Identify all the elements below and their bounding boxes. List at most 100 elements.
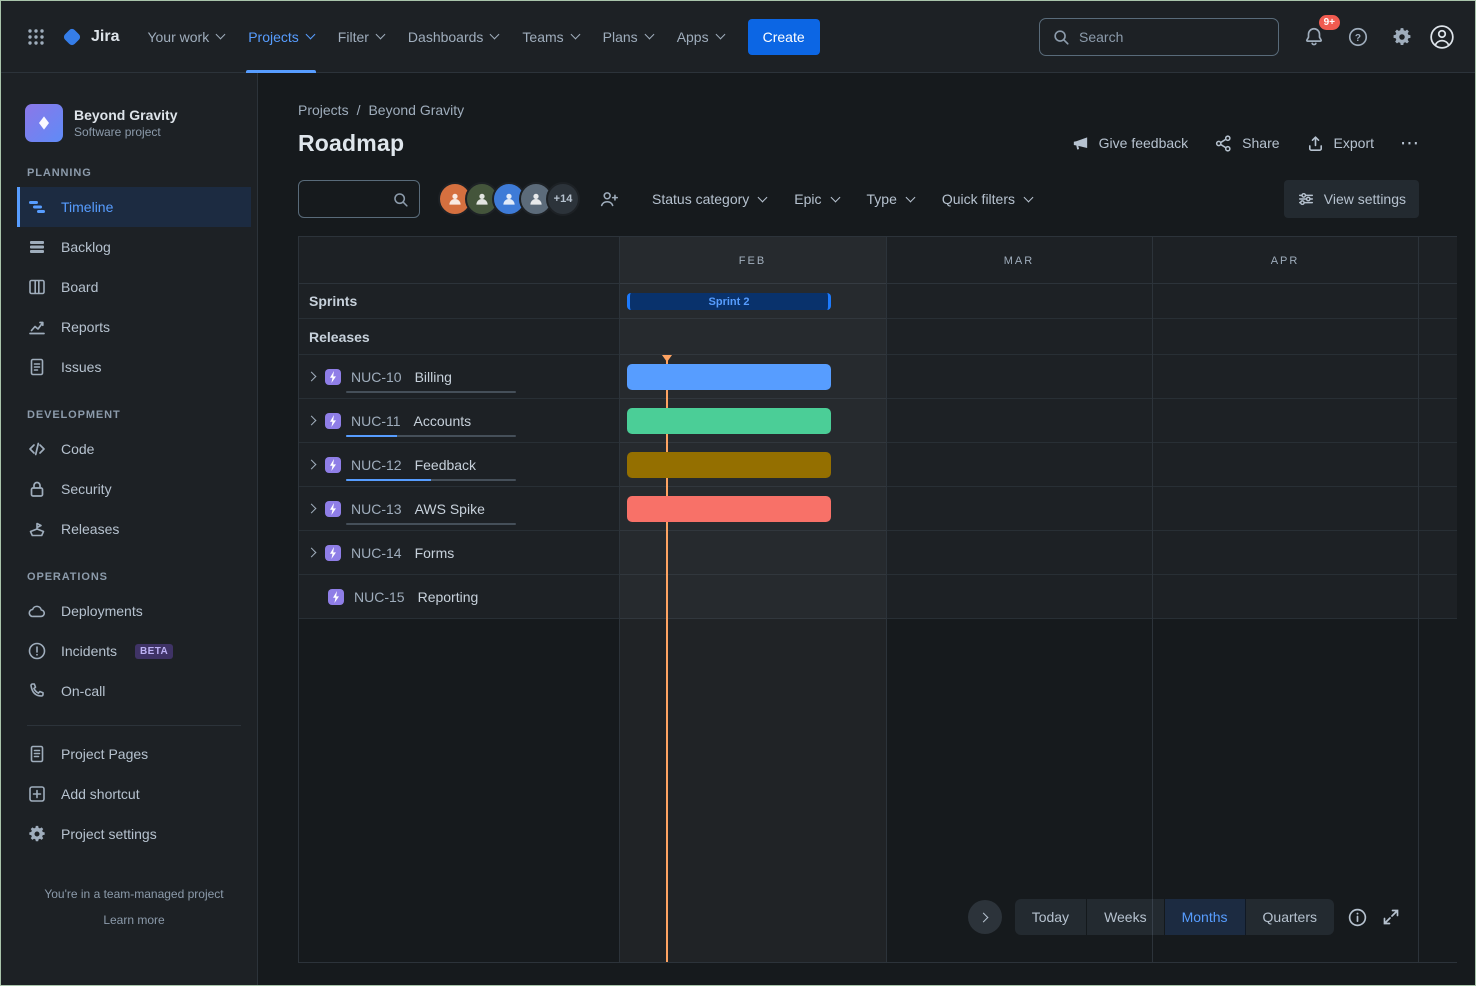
help-button[interactable]: ? [1341, 20, 1375, 54]
nav-apps[interactable]: Apps [665, 1, 736, 73]
fullscreen-button[interactable] [1381, 907, 1401, 927]
sidebar-item-deployments[interactable]: Deployments [17, 591, 251, 631]
sidebar-item-reports[interactable]: Reports [17, 307, 251, 347]
sprint-bar[interactable]: Sprint 2 [627, 293, 831, 310]
column-divider [1418, 237, 1419, 962]
cloud-icon [27, 601, 47, 621]
epic-cell: NUC-13 AWS Spike [299, 487, 619, 530]
sidebar-item-security[interactable]: Security [17, 469, 251, 509]
timeline-gantt: FEB MAR APR Sprints Sprint 2 Releases [298, 236, 1457, 963]
settings-button[interactable] [1385, 20, 1419, 54]
sidebar-item-backlog[interactable]: Backlog [17, 227, 251, 267]
epic-row-nuc-14[interactable]: NUC-14 Forms [299, 531, 1457, 575]
zoom-months-button[interactable]: Months [1165, 899, 1246, 935]
epic-filter[interactable]: Epic [794, 191, 838, 207]
profile-avatar[interactable] [1429, 24, 1455, 50]
epic-icon [325, 501, 341, 517]
give-feedback-button[interactable]: Give feedback [1071, 134, 1189, 153]
nav-projects[interactable]: Projects [236, 1, 326, 73]
breadcrumb-projects[interactable]: Projects [298, 102, 349, 118]
expand-chevron-icon[interactable] [307, 460, 317, 470]
section-title-planning: PLANNING [27, 167, 251, 179]
epic-bar[interactable] [627, 408, 831, 434]
chevron-down-icon [715, 30, 725, 40]
nav-teams[interactable]: Teams [510, 1, 590, 73]
epic-bar[interactable] [627, 452, 831, 478]
global-search-input[interactable] [1079, 29, 1266, 45]
notifications-button[interactable]: 9+ [1297, 20, 1331, 54]
epic-cell: NUC-12 Feedback [299, 443, 619, 486]
quick-filters[interactable]: Quick filters [942, 191, 1032, 207]
sprint-bar-label: Sprint 2 [709, 296, 750, 308]
document-icon [27, 744, 47, 764]
sidebar-item-add-shortcut[interactable]: Add shortcut [17, 774, 251, 814]
column-divider [1152, 237, 1153, 962]
epic-key: NUC-12 [351, 457, 402, 473]
sidebar-item-code[interactable]: Code [17, 429, 251, 469]
epic-icon [325, 413, 341, 429]
sidebar-item-on-call[interactable]: On-call [17, 671, 251, 711]
epic-progress-track [346, 523, 516, 525]
epic-row-nuc-15[interactable]: NUC-15 Reporting [299, 575, 1457, 619]
add-person-icon [598, 188, 620, 210]
expand-chevron-icon[interactable] [307, 372, 317, 382]
month-header-mar: MAR [886, 237, 1152, 284]
add-people-button[interactable] [592, 182, 626, 216]
sidebar-item-board[interactable]: Board [17, 267, 251, 307]
top-navigation: Jira Your work Projects Filter Dashboard… [1, 1, 1475, 73]
expand-chevron-icon[interactable] [307, 504, 317, 514]
breadcrumb-current[interactable]: Beyond Gravity [368, 102, 464, 118]
epic-bar[interactable] [627, 496, 831, 522]
releases-row: Releases [299, 319, 1457, 355]
column-divider [619, 237, 620, 962]
expand-chevron-icon[interactable] [307, 548, 317, 558]
export-button[interactable]: Export [1306, 134, 1374, 153]
app-switcher-button[interactable] [19, 20, 53, 54]
nav-plans[interactable]: Plans [591, 1, 665, 73]
sidebar-item-incidents[interactable]: Incidents BETA [17, 631, 251, 671]
phone-icon [27, 681, 47, 701]
nav-your-work[interactable]: Your work [135, 1, 236, 73]
global-search[interactable] [1039, 18, 1279, 56]
avatar-overflow-count[interactable]: +14 [546, 182, 580, 216]
status-category-filter[interactable]: Status category [652, 191, 766, 207]
type-filter[interactable]: Type [867, 191, 914, 207]
epic-progress-track [346, 391, 516, 393]
scroll-forward-button[interactable] [968, 900, 1002, 934]
sidebar-item-releases[interactable]: Releases [17, 509, 251, 549]
expand-chevron-icon[interactable] [307, 416, 317, 426]
sidebar-item-label: Board [61, 279, 98, 295]
learn-more-link[interactable]: Learn more [17, 913, 251, 927]
epic-row-nuc-12[interactable]: NUC-12 Feedback [299, 443, 1457, 487]
nav-label: Your work [147, 29, 209, 45]
zoom-quarters-button[interactable]: Quarters [1246, 899, 1334, 935]
person-icon [500, 190, 518, 208]
board-icon [27, 277, 47, 297]
epic-row-nuc-13[interactable]: NUC-13 AWS Spike [299, 487, 1457, 531]
nav-dashboards[interactable]: Dashboards [396, 1, 511, 73]
view-settings-button[interactable]: View settings [1284, 180, 1419, 218]
sidebar-item-issues[interactable]: Issues [17, 347, 251, 387]
zoom-weeks-button[interactable]: Weeks [1087, 899, 1165, 935]
timeline-search[interactable] [298, 180, 420, 218]
today-marker-triangle [662, 355, 672, 362]
timeline-search-input[interactable] [309, 191, 387, 207]
zoom-today-button[interactable]: Today [1015, 899, 1087, 935]
epic-cell: NUC-11 Accounts [299, 399, 619, 442]
epic-name: Forms [415, 545, 455, 561]
filter-label: Status category [652, 191, 749, 207]
jira-logo[interactable]: Jira [61, 26, 119, 48]
sidebar-item-timeline[interactable]: Timeline [17, 187, 251, 227]
epic-row-nuc-11[interactable]: NUC-11 Accounts [299, 399, 1457, 443]
app-switcher-grid-icon [27, 28, 45, 46]
epic-row-nuc-10[interactable]: NUC-10 Billing [299, 355, 1457, 399]
sidebar-item-project-pages[interactable]: Project Pages [17, 734, 251, 774]
share-button[interactable]: Share [1214, 134, 1279, 153]
epic-bar[interactable] [627, 364, 831, 390]
more-actions-button[interactable]: ⋯ [1400, 132, 1419, 155]
nav-filter[interactable]: Filter [326, 1, 396, 73]
timeline-info-button[interactable] [1347, 907, 1368, 928]
nav-label: Apps [677, 29, 709, 45]
sidebar-item-project-settings[interactable]: Project settings [17, 814, 251, 854]
create-button[interactable]: Create [748, 19, 820, 55]
